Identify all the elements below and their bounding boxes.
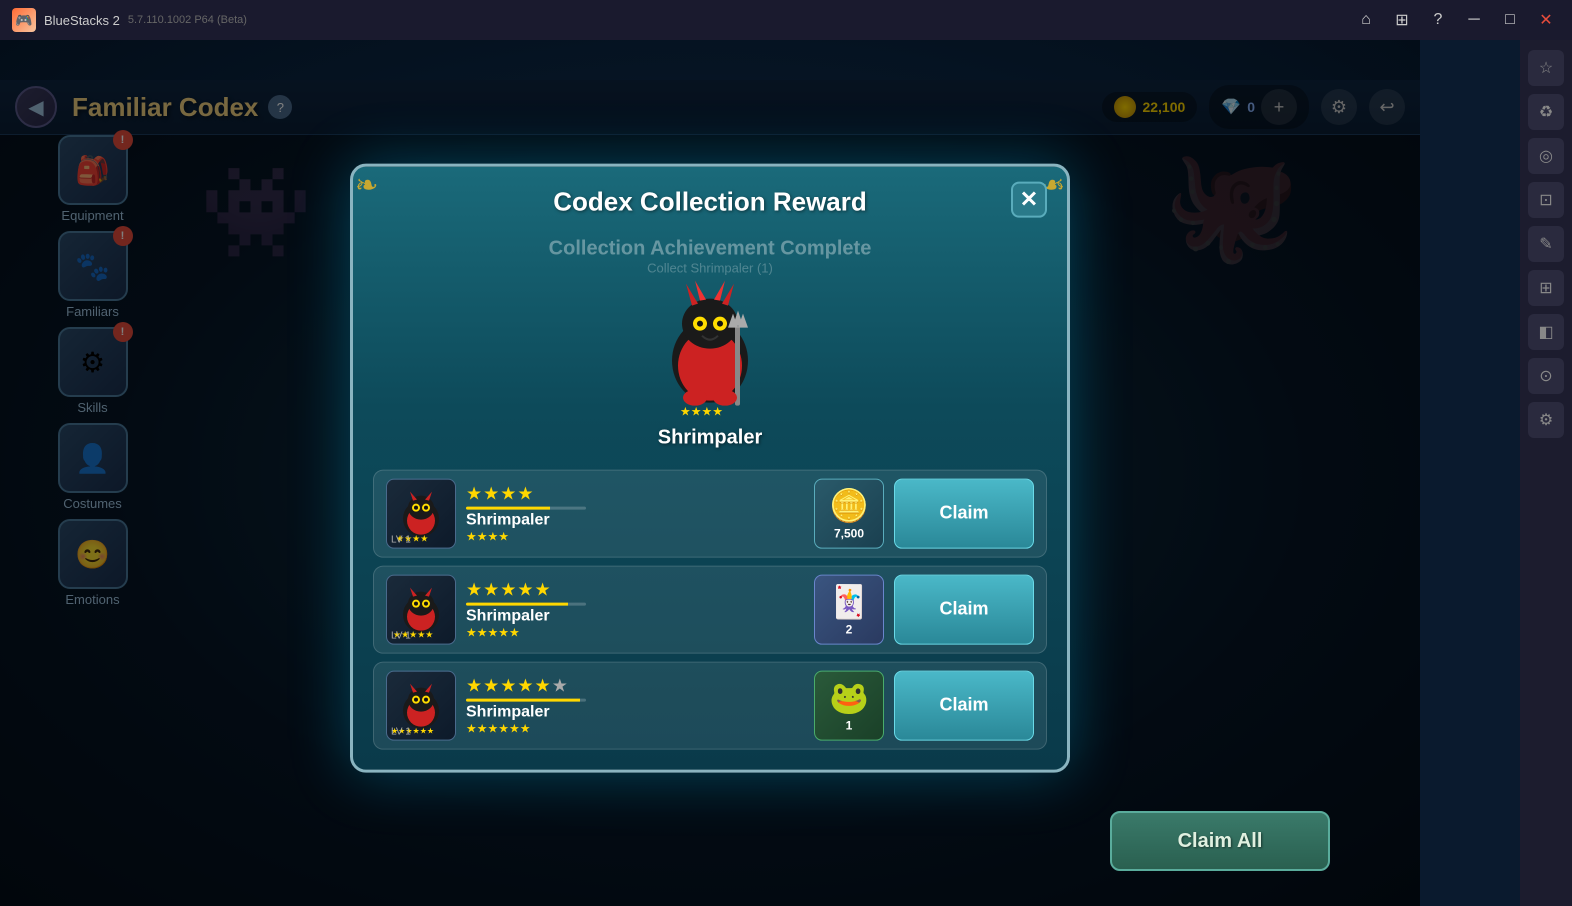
reward-familiar-name-3: Shrimpaler: [466, 703, 804, 721]
minimize-btn[interactable]: ─: [1460, 6, 1488, 34]
app-icon: 🎮: [12, 8, 36, 32]
close-btn[interactable]: ✕: [1532, 6, 1560, 34]
reward-stars-bottom-3: ★★★★★★: [466, 721, 804, 735]
bs-icon-9[interactable]: ⚙: [1528, 402, 1564, 438]
reward-familiar-img-1: ★★★★ LV 1: [386, 478, 456, 548]
reward-stars-bottom-2: ★★★★★: [466, 625, 804, 639]
reward-star-bar-2: [466, 602, 586, 605]
collection-text-area: Collection Achievement Complete Collect …: [549, 237, 872, 275]
reward-familiar-name-2: Shrimpaler: [466, 607, 804, 625]
reward-row-1: ★★★★ LV 1 ★★★★ Shrimpaler ★★★★ 🪙 7,500 C…: [373, 469, 1047, 557]
codex-reward-modal: ❧ ❧ Codex Collection Reward ✕ Collection…: [350, 163, 1070, 772]
reward-item-count-3: 1: [846, 718, 853, 732]
reward-familiar-img-2: ★★★★★ LV 1: [386, 574, 456, 644]
creature-name: Shrimpaler: [658, 426, 762, 449]
bs-icon-7[interactable]: ◧: [1528, 314, 1564, 350]
reward-star-bar-3: [466, 698, 586, 701]
reward-coin-icon: 🪙: [829, 486, 869, 524]
game-background: ◀ Familiar Codex ? 22,100 💎 0 + ⚙ ↩ 🎒 ! …: [0, 40, 1420, 906]
familiar-lv-1: LV 1: [391, 534, 411, 545]
title-bar-controls: ⌂ ⊞ ? ─ □ ✕: [1352, 6, 1560, 34]
reward-stars-bottom-1: ★★★★: [466, 529, 804, 543]
reward-row-2: ★★★★★ LV 1 ★★★★★ Shrimpaler ★★★★★ 🃏 2 Cl…: [373, 565, 1047, 653]
bs-icon-1[interactable]: ☆: [1528, 50, 1564, 86]
claim-all-button[interactable]: Claim All: [1110, 811, 1330, 871]
app-version: 5.7.110.1002 P64 (Beta): [128, 14, 247, 26]
claim-all-label: Claim All: [1178, 830, 1263, 853]
reward-item-count-2: 2: [846, 622, 853, 636]
title-bar: 🎮 BlueStacks 2 5.7.110.1002 P64 (Beta) ⌂…: [0, 0, 1572, 40]
familiar-lv-2: LV 1: [391, 630, 411, 641]
shrimpaler-creature-image: ★★★★: [640, 265, 780, 420]
reward-familiar-name-1: Shrimpaler: [466, 511, 804, 529]
help-titlebar-btn[interactable]: ?: [1424, 6, 1452, 34]
reward-familiar-info-2: ★★★★★ Shrimpaler ★★★★★: [466, 579, 804, 639]
reward-item-count-1: 7,500: [834, 526, 864, 540]
reward-stars-3: ★★★★★★: [466, 675, 804, 696]
rewards-container: ★★★★ LV 1 ★★★★ Shrimpaler ★★★★ 🪙 7,500 C…: [353, 459, 1067, 769]
reward-stars-1: ★★★★: [466, 483, 804, 504]
claim-button-2[interactable]: Claim: [894, 574, 1034, 644]
modal-title: Codex Collection Reward: [553, 186, 867, 216]
bs-icon-4[interactable]: ⊡: [1528, 182, 1564, 218]
bs-icon-2[interactable]: ♻: [1528, 94, 1564, 130]
collection-complete-text: Collection Achievement Complete: [549, 237, 872, 260]
claim-button-1[interactable]: Claim: [894, 478, 1034, 548]
claim-button-3[interactable]: Claim: [894, 670, 1034, 740]
modal-close-button[interactable]: ✕: [1011, 181, 1047, 217]
reward-item-1: 🪙 7,500: [814, 478, 884, 548]
svg-text:★★★★: ★★★★: [680, 404, 723, 418]
reward-stars-2: ★★★★★: [466, 579, 804, 600]
reward-item-3: 🐸 1: [814, 670, 884, 740]
app-name: BlueStacks 2: [44, 13, 120, 28]
reward-gummy-icon: 🐸: [829, 678, 869, 716]
home-btn[interactable]: ⌂: [1352, 6, 1380, 34]
bs-icon-6[interactable]: ⊞: [1528, 270, 1564, 306]
familiar-lv-3: LV 1: [391, 726, 411, 737]
reward-familiar-img-3: ★★★★★★ LV 1: [386, 670, 456, 740]
bluestacks-right-sidebar: ☆ ♻ ◎ ⊡ ✎ ⊞ ◧ ⊙ ⚙: [1520, 40, 1572, 906]
bs-icon-3[interactable]: ◎: [1528, 138, 1564, 174]
reward-item-2: 🃏 2: [814, 574, 884, 644]
reward-familiar-info-3: ★★★★★★ Shrimpaler ★★★★★★: [466, 675, 804, 735]
bs-icon-8[interactable]: ⊙: [1528, 358, 1564, 394]
collection-sub-text: Collect Shrimpaler (1): [549, 260, 872, 275]
restore-btn[interactable]: □: [1496, 6, 1524, 34]
tabs-btn[interactable]: ⊞: [1388, 6, 1416, 34]
reward-star-bar-1: [466, 506, 586, 509]
creature-display: Collection Achievement Complete Collect …: [353, 227, 1067, 459]
modal-header: Codex Collection Reward ✕: [353, 166, 1067, 227]
reward-familiar-info-1: ★★★★ Shrimpaler ★★★★: [466, 483, 804, 543]
bs-icon-5[interactable]: ✎: [1528, 226, 1564, 262]
reward-card-icon: 🃏: [829, 582, 869, 620]
reward-row-3: ★★★★★★ LV 1 ★★★★★★ Shrimpaler ★★★★★★ 🐸 1…: [373, 661, 1047, 749]
